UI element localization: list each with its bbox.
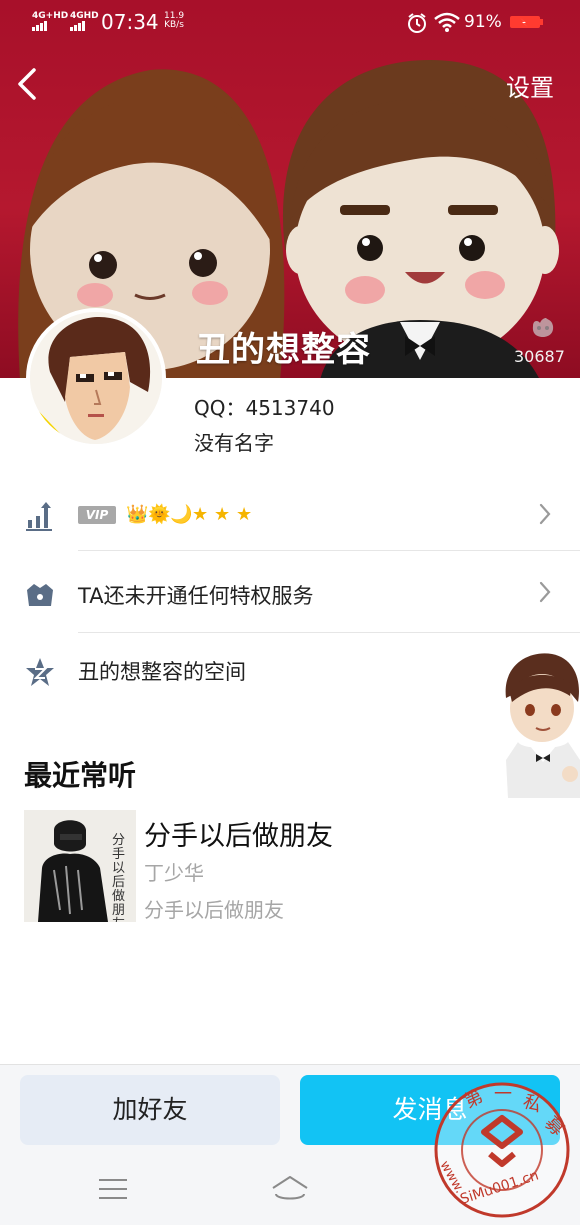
back-button[interactable] bbox=[12, 64, 44, 104]
row-divider bbox=[78, 550, 580, 551]
settings-button[interactable]: 设置 bbox=[506, 68, 554, 103]
song-artist: 丁少华 bbox=[144, 861, 204, 885]
privilege-text: TA还未开通任何特权服务 bbox=[78, 584, 314, 608]
sun-icon: 🌞 bbox=[148, 504, 171, 525]
alarm-icon bbox=[408, 13, 426, 33]
chevron-right-icon bbox=[539, 581, 551, 603]
star-icon: ★ bbox=[214, 504, 231, 525]
signal-indicator-2: 4GHD bbox=[70, 12, 99, 31]
signal-indicator-1: 4G+HD bbox=[32, 12, 68, 31]
qq-number: 4513740 bbox=[245, 396, 335, 420]
battery-icon bbox=[510, 16, 543, 28]
wifi-icon bbox=[434, 12, 460, 32]
privilege-row[interactable]: TA还未开通任何特权服务 bbox=[0, 554, 580, 632]
signal-bars-icon bbox=[70, 21, 86, 31]
menu-icon[interactable] bbox=[98, 1176, 128, 1202]
qq-label: QQ： bbox=[194, 396, 246, 420]
watermark-seal-logo: 第 一 私 募 www. SiMu001.cn bbox=[434, 1082, 570, 1218]
watermark-stamp: 第 一 私 募 www. SiMu001.cn bbox=[432, 1080, 572, 1220]
clock: 07:34 bbox=[101, 10, 159, 34]
chevron-right-icon bbox=[539, 503, 551, 525]
battery-level: 91% bbox=[464, 12, 502, 32]
level-up-icon bbox=[26, 502, 52, 531]
profile-nickname: 丑的想整容 bbox=[196, 330, 371, 370]
qzone-row[interactable]: 丑的想整容的空间 bbox=[0, 632, 580, 710]
avatar[interactable] bbox=[26, 308, 166, 448]
privilege-crown-icon bbox=[27, 584, 53, 606]
network-type-2: 4GHD bbox=[70, 11, 99, 21]
song-album: 分手以后做朋友 bbox=[144, 898, 284, 922]
qq-number-line: QQ：4513740 bbox=[194, 392, 335, 421]
floating-mascot-character[interactable] bbox=[500, 650, 580, 798]
add-friend-button[interactable]: 加好友 bbox=[20, 1075, 280, 1145]
network-speed: 11.9 KB/s bbox=[164, 12, 184, 30]
signal-bars-icon bbox=[32, 21, 48, 31]
status-bar: 4G+HD 4GHD 07:34 11.9 KB/s 91% bbox=[0, 0, 580, 44]
section-title-recent: 最近常听 bbox=[24, 759, 137, 792]
qzone-text: 丑的想整容的空间 bbox=[78, 660, 246, 684]
star-icon: ★ bbox=[236, 504, 253, 525]
crown-icon: 👑 bbox=[126, 504, 149, 525]
chevron-left-icon bbox=[18, 68, 36, 100]
like-icon[interactable] bbox=[530, 316, 556, 338]
album-cover-text: 分手以后做朋友 bbox=[112, 833, 126, 923]
svg-text:一: 一 bbox=[494, 1084, 512, 1105]
song-title[interactable]: 分手以后做朋友 bbox=[144, 814, 333, 853]
network-speed-unit: KB/s bbox=[164, 20, 184, 30]
star-icon: ★ bbox=[192, 504, 209, 525]
home-icon[interactable] bbox=[270, 1174, 310, 1204]
network-type-1: 4G+HD bbox=[32, 11, 69, 21]
avatar-image bbox=[30, 312, 162, 444]
vip-tag: VIP bbox=[78, 506, 116, 524]
moon-icon: 🌙 bbox=[170, 504, 193, 525]
album-cover[interactable]: 分手以后做朋友 bbox=[24, 810, 136, 922]
remark-name: 没有名字 bbox=[194, 431, 274, 455]
like-count: 30687 bbox=[514, 347, 565, 366]
qzone-star-icon bbox=[26, 658, 54, 686]
